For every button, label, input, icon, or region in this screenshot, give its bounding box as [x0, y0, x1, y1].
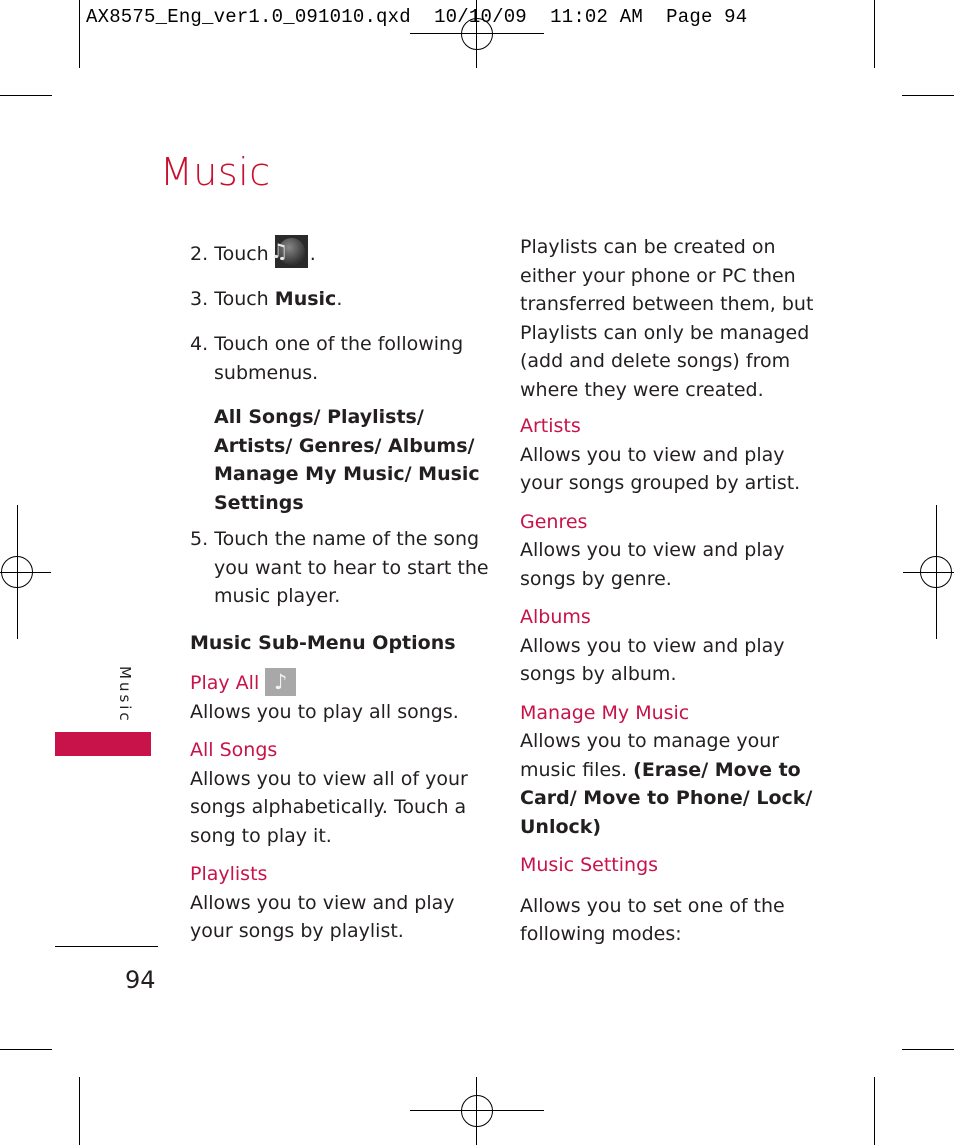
right-column: Playlists can be created on either your …	[520, 233, 815, 949]
option-title-all-songs: All Songs	[190, 739, 278, 761]
playlists-intro: Playlists can be created on either your …	[520, 236, 814, 401]
step-4: 4. Touch one of the following submenus.	[190, 333, 464, 384]
slug-date: 10/10/09	[434, 6, 527, 28]
crop-mark	[0, 95, 52, 96]
step-2: 2. Touch ♫.	[190, 235, 490, 285]
registration-circle	[920, 556, 952, 588]
slug-time: 11:02 AM	[550, 6, 643, 28]
step-5: 5. Touch the name of the song you want t…	[190, 528, 489, 607]
option-description: Allows you to view and play songs by gen…	[520, 539, 785, 590]
option-description: Allows you to view and play your songs g…	[520, 443, 801, 495]
option-description: Allows you to play all songs.	[190, 700, 459, 723]
option-title-genres: Genres	[520, 510, 588, 533]
section-heading: Music Sub-Menu Options	[190, 631, 456, 654]
side-tab-label: Music	[116, 666, 134, 724]
footer-rule	[55, 946, 158, 947]
side-tab-bar	[55, 732, 151, 756]
option-title-music-settings: Music Settings	[520, 854, 659, 876]
crop-mark	[79, 0, 80, 68]
crop-mark	[902, 1049, 954, 1050]
option-title-albums: Albums	[520, 606, 591, 628]
option-title-playlists: Playlists	[190, 863, 268, 885]
crop-mark	[874, 0, 875, 68]
crop-mark	[874, 1077, 875, 1145]
slug-file-name: AX8575_Eng_ver1.0_091010.qxd	[86, 6, 411, 28]
crop-mark	[79, 1077, 80, 1145]
page-number: 94	[125, 966, 156, 994]
registration-circle	[1, 556, 33, 588]
step-3: 3. Touch Music.	[190, 288, 343, 310]
option-description: Allows you to view and play your songs b…	[190, 891, 455, 943]
option-title-play-all: Play All ♪	[190, 667, 490, 698]
option-description: Allows you to manage your music files. (…	[520, 730, 813, 838]
option-title-artists: Artists	[520, 415, 581, 437]
music-app-icon: ♫	[270, 235, 308, 268]
print-slug: AX8575_Eng_ver1.0_091010.qxd 10/10/09 11…	[86, 6, 747, 28]
crop-mark	[902, 95, 954, 96]
option-title-manage-my-music: Manage My Music	[520, 701, 690, 724]
left-column: 2. Touch ♫. 3. Touch Music. 4. Touch one …	[190, 235, 490, 946]
option-description: Allows you to view all of your songs alp…	[190, 767, 468, 847]
crop-mark	[0, 1049, 52, 1050]
option-description: Allows you to set one of the following m…	[520, 894, 785, 946]
slug-page: Page 94	[666, 6, 748, 28]
registration-circle	[461, 1095, 493, 1127]
music-note-icon: ♪	[265, 667, 297, 696]
music-menu-item: Music	[274, 288, 337, 310]
option-description: Allows you to view and play songs by alb…	[520, 634, 785, 686]
submenu-list: All Songs/ Playlists/ Artists/ Genres/ A…	[214, 406, 480, 514]
page-title: Music	[160, 150, 271, 194]
